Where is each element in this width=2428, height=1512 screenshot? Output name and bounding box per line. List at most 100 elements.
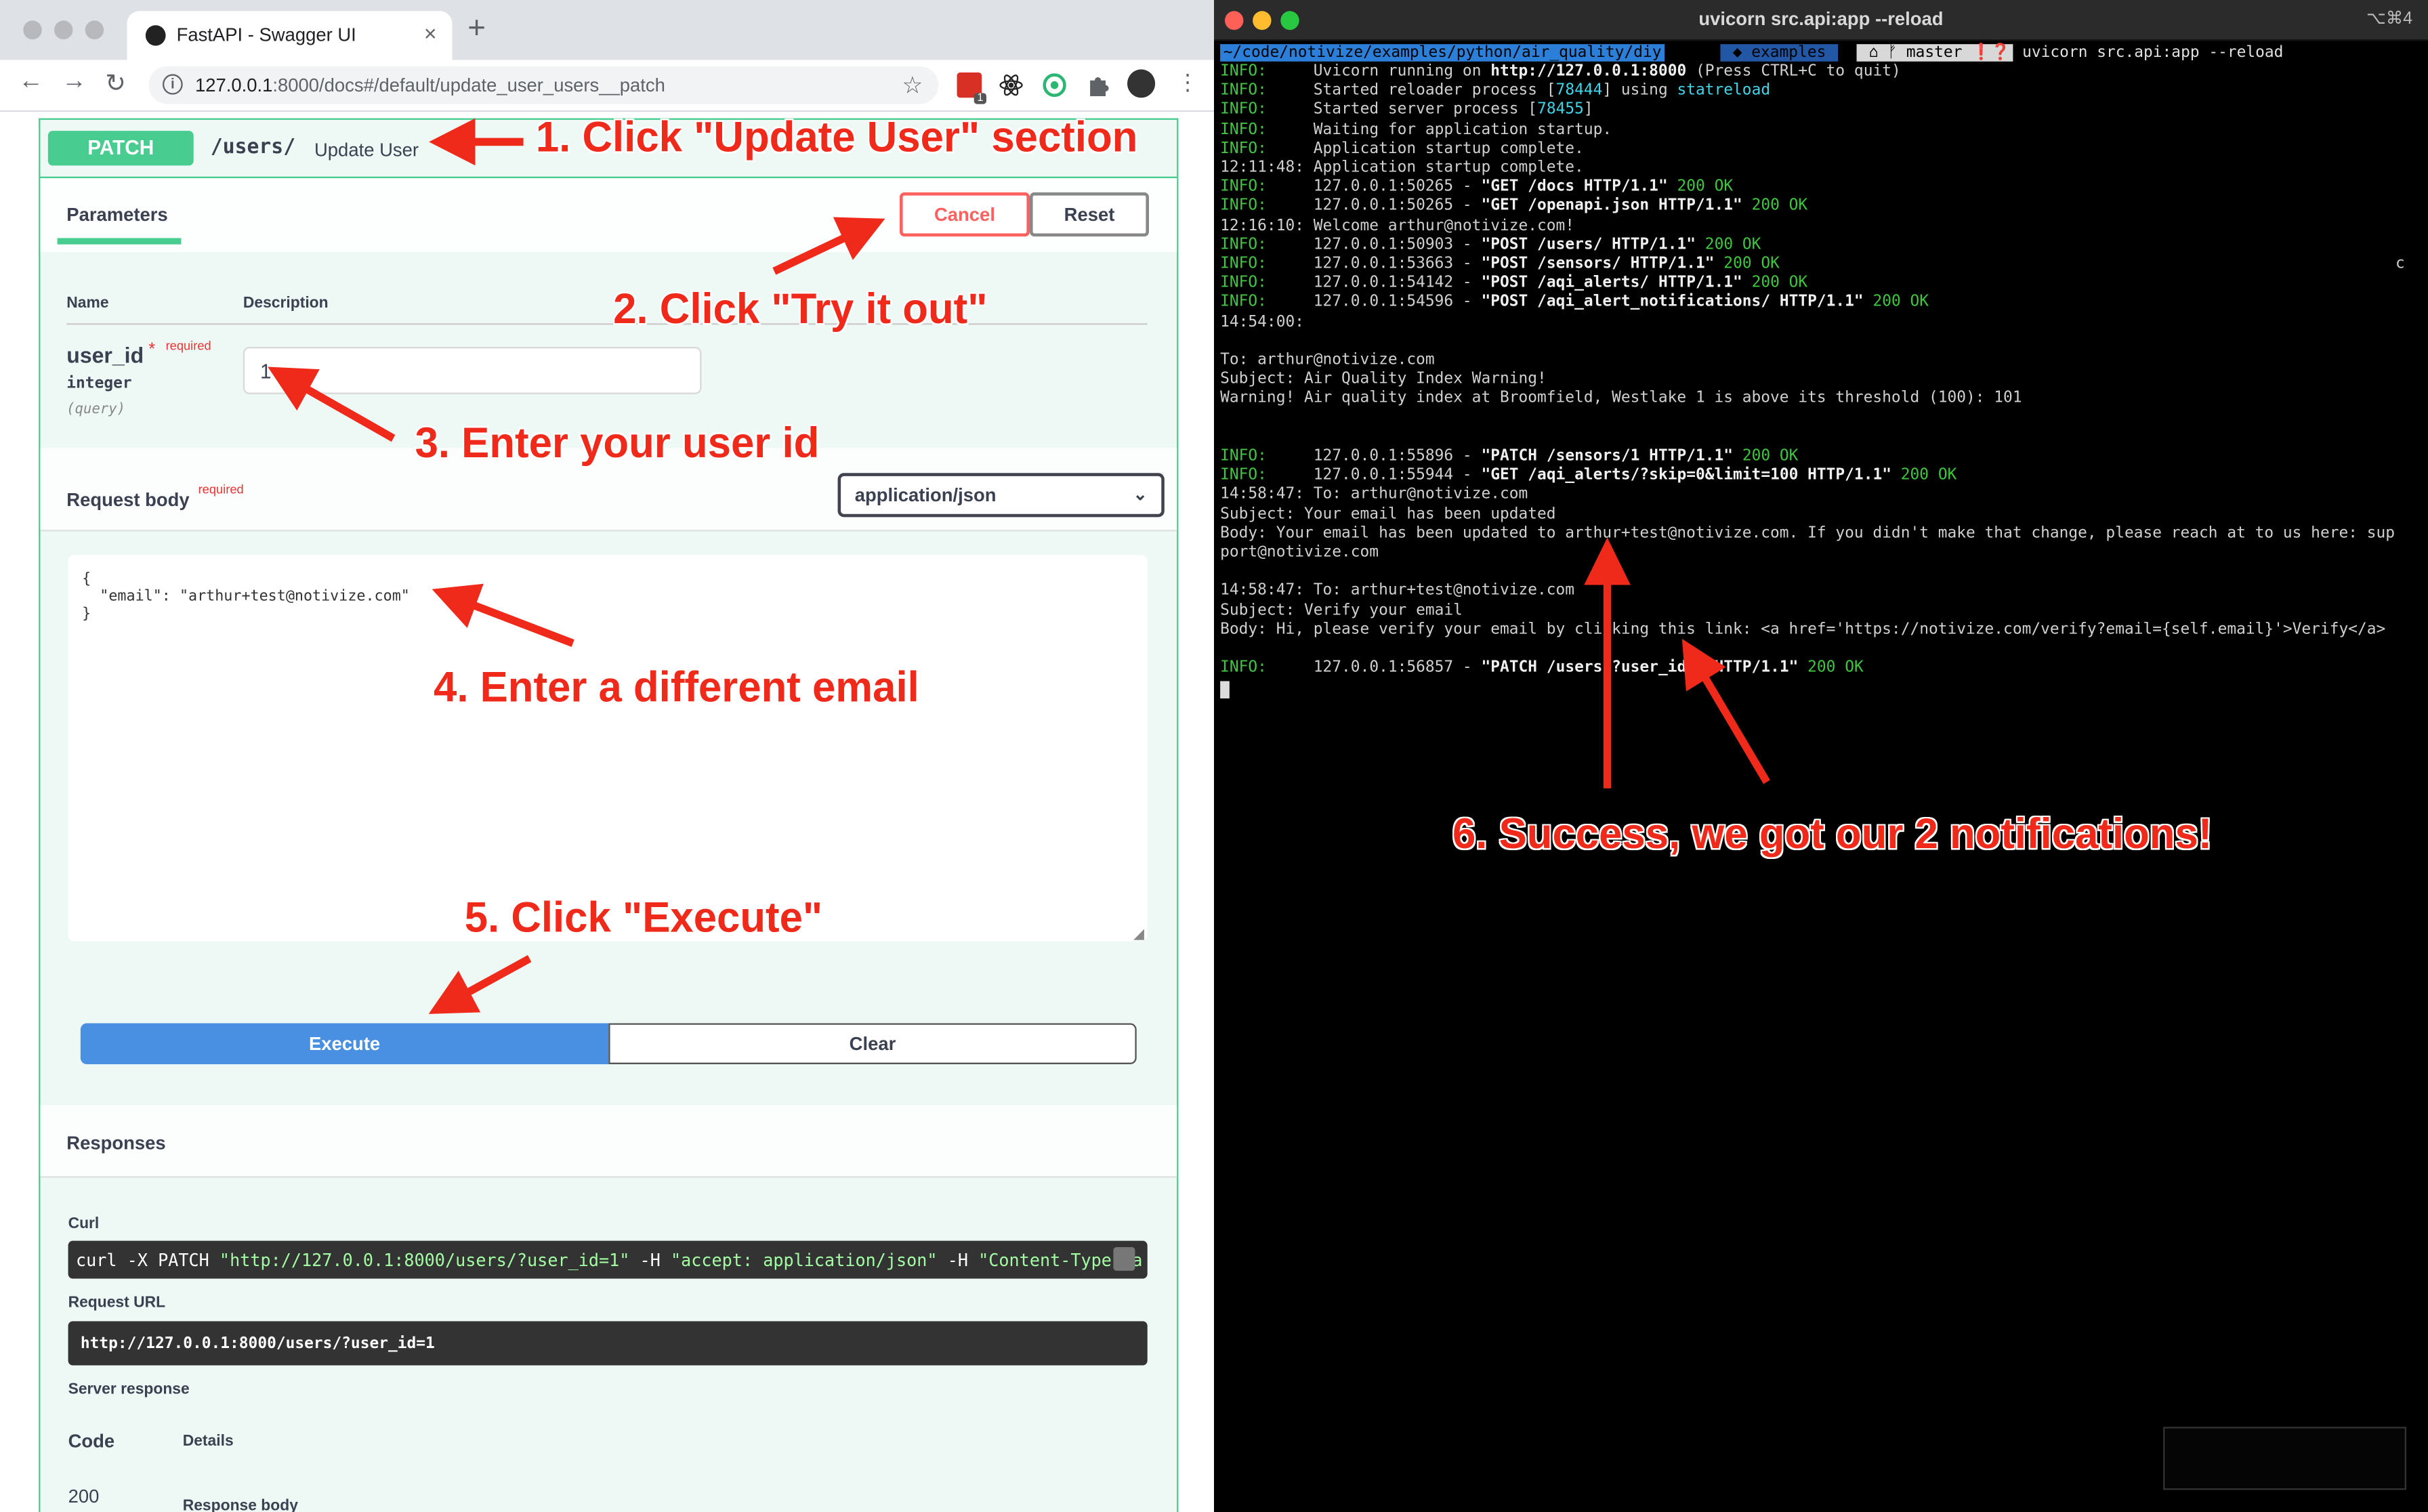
terminal-line: INFO: Waiting for application startup. xyxy=(1220,121,1612,138)
chevron-down-icon: ⌄ xyxy=(1133,485,1148,505)
new-tab-button[interactable]: + xyxy=(467,13,486,45)
terminal-line: INFO: Uvicorn running on http://127.0.0.… xyxy=(1220,63,1901,81)
param-required-label: required xyxy=(165,339,211,354)
operation-summary-text[interactable]: Update User xyxy=(314,139,419,161)
tab-bar: FastAPI - Swagger UI × + xyxy=(0,0,1214,60)
terminal-line: INFO: 127.0.0.1:50265 - "GET /docs HTTP/… xyxy=(1220,178,1734,196)
window-zoom-button[interactable] xyxy=(85,20,104,40)
terminal-line: 14:58:47: To: arthur+test@notivize.com xyxy=(1220,582,1575,600)
address-bar[interactable]: i 127.0.0.1:8000/docs#/default/update_us… xyxy=(148,66,939,104)
request-url-box: http://127.0.0.1:8000/users/?user_id=1 xyxy=(68,1321,1148,1366)
request-body-required: required xyxy=(198,482,244,497)
annotation-step-3: 3. Enter your user id xyxy=(415,419,820,467)
react-extension-icon[interactable] xyxy=(999,72,1024,98)
terminal-shortcut: ⌥⌘4 xyxy=(2366,9,2413,28)
calendar-extension-icon[interactable]: 1 xyxy=(957,72,986,104)
terminal-line: Body: Your email has been updated to art… xyxy=(1220,524,2395,543)
body-line: } xyxy=(82,605,91,623)
column-name-header: Name xyxy=(66,295,109,312)
avatar[interactable] xyxy=(1127,69,1156,98)
clear-button[interactable]: Clear xyxy=(608,1023,1137,1064)
method-badge[interactable]: PATCH xyxy=(47,131,194,166)
content-type-value: application/json xyxy=(854,484,997,507)
annotation-step-5: 5. Click "Execute" xyxy=(464,894,823,942)
window-close-button[interactable] xyxy=(23,20,42,40)
request-body-title: Request body xyxy=(66,488,190,511)
operation-path[interactable]: /users/ xyxy=(211,135,295,159)
cancel-button[interactable]: Cancel xyxy=(899,192,1030,237)
prompt-path: ~/code/notivize/examples/python/air_qual… xyxy=(1220,44,1665,62)
response-body-label: Response body xyxy=(182,1498,298,1512)
terminal-line: INFO: Application startup complete. xyxy=(1220,140,1584,158)
request-body-editor[interactable]: { "email": "arthur+test@notivize.com" } xyxy=(68,555,1148,942)
terminal-line: INFO: 127.0.0.1:50265 - "GET /openapi.js… xyxy=(1220,197,1808,215)
annotation-step-1: 1. Click "Update User" section xyxy=(535,113,1138,161)
terminal-line: Subject: Air Quality Index Warning! xyxy=(1220,371,1547,388)
annotation-step-2: 2. Click "Try it out" xyxy=(613,285,988,333)
puzzle-icon[interactable] xyxy=(1085,72,1110,98)
annotation-step-6: 6. Success, we got our 2 notifications! xyxy=(1452,810,2213,858)
responses-title: Responses xyxy=(66,1132,166,1154)
prompt-branch: ◆ examples xyxy=(1720,44,1839,62)
terminal-line: Subject: Verify your email xyxy=(1220,602,1463,619)
forward-arrow-icon[interactable]: → xyxy=(62,68,87,96)
curl-box[interactable]: curl -X PATCH "http://127.0.0.1:8000/use… xyxy=(68,1240,1148,1279)
reload-icon[interactable]: ↻ xyxy=(105,68,126,100)
terminal-window: uvicorn src.api:app --reload ⌥⌘4 ~/code/… xyxy=(1213,0,2428,1512)
terminal-line: INFO: 127.0.0.1:54142 - "POST /aqi_alert… xyxy=(1220,274,1808,293)
param-name: user_id xyxy=(66,342,144,368)
address-bar-url[interactable]: 127.0.0.1:8000/docs#/default/update_user… xyxy=(195,74,665,96)
terminal-line: To: arthur@notivize.com xyxy=(1220,352,1435,369)
info-icon[interactable]: i xyxy=(162,74,183,95)
request-url-label: Request URL xyxy=(68,1294,166,1312)
back-arrow-icon[interactable]: ← xyxy=(18,68,43,96)
terminal-titlebar: uvicorn src.api:app --reload ⌥⌘4 xyxy=(1213,0,2428,41)
tab-title: FastAPI - Swagger UI xyxy=(176,23,356,46)
terminal-line: Warning! Air quality index at Broomfield… xyxy=(1220,390,2022,408)
annotation-step-4: 4. Enter a different email xyxy=(433,663,919,711)
resize-handle-icon[interactable]: ◢ xyxy=(1133,925,1144,943)
param-location: (query) xyxy=(66,402,125,418)
window-minimize-button[interactable] xyxy=(54,20,73,40)
server-response-label: Server response xyxy=(68,1381,190,1399)
terminal-line: Body: Hi, please verify your email by cl… xyxy=(1220,621,2386,639)
curl-label: Curl xyxy=(68,1215,100,1234)
terminal-title: uvicorn src.api:app --reload xyxy=(1698,7,1944,30)
execute-button[interactable]: Execute xyxy=(80,1023,609,1064)
column-description-header: Description xyxy=(243,295,329,312)
browser-toolbar: ← → ↻ i 127.0.0.1:8000/docs#/default/upd… xyxy=(0,60,1214,112)
param-required-star: * xyxy=(148,340,156,360)
terminal-line: INFO: Started server process [78455] xyxy=(1220,101,1593,119)
reset-button[interactable]: Reset xyxy=(1029,192,1149,237)
request-url: http://127.0.0.1:8000/users/?user_id=1 xyxy=(80,1335,435,1353)
parameters-tab-underline xyxy=(57,238,182,245)
copy-icon[interactable] xyxy=(1113,1246,1135,1271)
fastapi-favicon-icon xyxy=(145,25,166,46)
browser-window: FastAPI - Swagger UI × + ← → ↻ i 127.0.0… xyxy=(0,0,1214,1512)
details-header: Details xyxy=(182,1433,234,1451)
terminal-line: Subject: Your email has been updated xyxy=(1220,505,1556,523)
tab-close-icon[interactable]: × xyxy=(424,20,437,45)
terminal-line: port@notivize.com xyxy=(1220,543,1379,562)
circle-extension-icon[interactable] xyxy=(1042,72,1067,98)
star-icon[interactable]: ☆ xyxy=(902,71,923,100)
param-type: integer xyxy=(66,375,132,393)
parameters-title[interactable]: Parameters xyxy=(66,203,167,226)
swagger-content: PATCH /users/ Update User Parameters Can… xyxy=(0,112,1214,1512)
menu-icon[interactable]: ⋮ xyxy=(1177,69,1198,96)
curl-command: curl -X PATCH "http://127.0.0.1:8000/use… xyxy=(75,1250,1143,1271)
terminal-line: INFO: 127.0.0.1:53663 - "POST /sensors/ … xyxy=(1220,255,1780,273)
user-id-input[interactable]: 1 xyxy=(243,347,702,394)
body-line: "email": "arthur+test@notivize.com" xyxy=(82,588,410,606)
terminal-line: INFO: 127.0.0.1:55896 - "PATCH /sensors/… xyxy=(1220,447,1799,465)
terminal-minimap xyxy=(2163,1427,2406,1490)
terminal-line: 14:54:00: xyxy=(1220,313,1304,331)
terminal-line: INFO: 127.0.0.1:54596 - "POST /aqi_alert… xyxy=(1220,293,1929,312)
terminal-line: 14:58:47: To: arthur@notivize.com xyxy=(1220,486,1528,504)
terminal-line: INFO: 127.0.0.1:50903 - "POST /users/ HT… xyxy=(1220,236,1761,254)
operation-block-patch: PATCH /users/ Update User Parameters Can… xyxy=(39,118,1179,1512)
code-header: Code xyxy=(68,1429,115,1452)
terminal-line: INFO: 127.0.0.1:55944 - "GET /aqi_alerts… xyxy=(1220,467,1957,484)
tab-fastapi-swagger[interactable]: FastAPI - Swagger UI × xyxy=(127,11,453,60)
content-type-select[interactable]: application/json ⌄ xyxy=(837,473,1165,518)
